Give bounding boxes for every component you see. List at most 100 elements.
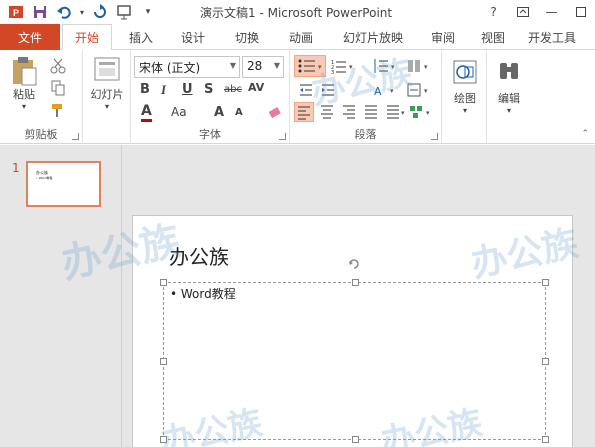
change-case-button[interactable]: Aa: [171, 105, 187, 119]
rotate-handle-icon[interactable]: [347, 257, 361, 271]
tab-slideshow[interactable]: 幻灯片放映: [332, 24, 414, 50]
minimize-button[interactable]: —: [537, 0, 566, 24]
paragraph-launcher-icon[interactable]: [431, 133, 438, 140]
underline-button[interactable]: U: [182, 82, 193, 97]
ribbon-display-options-icon[interactable]: [508, 0, 537, 24]
shadow-button[interactable]: S: [204, 82, 213, 97]
chevron-down-icon: ▼: [273, 61, 280, 70]
undo-icon[interactable]: [54, 2, 74, 22]
distributed-icon[interactable]: ▾: [385, 104, 407, 120]
font-name-value: 宋体 (正文): [139, 61, 201, 75]
redo-icon[interactable]: [90, 2, 110, 22]
collapse-ribbon-icon[interactable]: ⌃: [581, 129, 589, 139]
resize-handle[interactable]: [352, 279, 359, 286]
resize-handle[interactable]: [542, 436, 549, 443]
resize-handle[interactable]: [542, 358, 549, 365]
clipboard-group-label: 剪贴板: [24, 128, 58, 141]
justify-icon[interactable]: [363, 104, 379, 120]
bullets-icon: ▾: [298, 59, 322, 73]
copy-icon[interactable]: [50, 80, 66, 96]
bullets-button[interactable]: ▾: [294, 55, 326, 77]
tab-design[interactable]: 设计: [170, 24, 216, 50]
slide-thumbnail[interactable]: 办公族 • Word教程: [26, 161, 101, 207]
tab-home[interactable]: 开始: [62, 24, 112, 51]
align-right-icon[interactable]: [341, 104, 357, 120]
editing-button[interactable]: 编辑 ▾: [491, 58, 527, 115]
tab-file[interactable]: 文件: [0, 24, 60, 50]
drawing-label: 绘图: [454, 92, 476, 105]
resize-handle[interactable]: [352, 436, 359, 443]
tab-animations[interactable]: 动画: [278, 24, 324, 50]
start-slideshow-icon[interactable]: [114, 2, 134, 22]
slides-group: 幻灯片 ▾: [83, 50, 131, 144]
help-button[interactable]: ?: [479, 0, 508, 24]
columns-icon[interactable]: ▾: [406, 58, 432, 74]
font-group-label: 字体: [199, 128, 221, 141]
line-spacing-icon[interactable]: ▾: [372, 58, 398, 74]
resize-handle[interactable]: [160, 279, 167, 286]
italic-button[interactable]: I: [161, 82, 166, 98]
resize-handle[interactable]: [160, 358, 167, 365]
svg-text:▾: ▾: [390, 87, 394, 95]
tab-transitions[interactable]: 切换: [224, 24, 270, 50]
paste-dropdown-icon[interactable]: ▾: [22, 102, 26, 111]
convert-smartart-icon[interactable]: ▾: [408, 104, 434, 120]
format-painter-icon[interactable]: [50, 102, 66, 118]
shapes-icon: [453, 60, 477, 84]
paste-button[interactable]: 粘贴 ▾: [6, 56, 42, 111]
drawing-dropdown-icon[interactable]: ▾: [463, 106, 467, 115]
tab-review[interactable]: 审阅: [420, 24, 466, 50]
editing-dropdown-icon[interactable]: ▾: [507, 106, 511, 115]
cut-icon[interactable]: [50, 58, 66, 74]
slide-canvas[interactable]: 办公族 • Word教程: [132, 215, 573, 447]
text-direction-icon[interactable]: A ▾: [372, 82, 398, 98]
svg-text:▾: ▾: [426, 109, 430, 117]
drawing-group: 绘图 ▾: [442, 50, 487, 144]
new-slide-dropdown-icon[interactable]: ▾: [105, 102, 109, 111]
maximize-icon[interactable]: [566, 0, 595, 24]
powerpoint-logo-icon[interactable]: P: [6, 2, 26, 22]
slide-number: 1: [12, 161, 20, 175]
editing-group: 编辑 ▾: [487, 50, 532, 144]
bullet-item[interactable]: • Word教程: [170, 285, 236, 302]
binoculars-icon: [500, 63, 518, 79]
strikethrough-button[interactable]: abc: [224, 84, 242, 95]
align-center-icon[interactable]: [319, 104, 335, 120]
decrease-indent-icon[interactable]: [298, 82, 314, 98]
thumbnail-body: • Word教程: [36, 176, 53, 180]
resize-handle[interactable]: [160, 436, 167, 443]
font-group: 宋体 (正文) ▼ 28 ▼ B I U S abc AV A Aa A A 字…: [131, 50, 290, 144]
font-size-select[interactable]: 28 ▼: [242, 56, 284, 78]
tab-view[interactable]: 视图: [470, 24, 516, 50]
svg-text:▾: ▾: [424, 63, 428, 71]
window-controls: ? —: [479, 0, 595, 24]
title-bar: P ▾ ▾ 演示文稿1 - Microsoft PowerPoint ? —: [0, 0, 595, 24]
paragraph-group-label: 段落: [354, 128, 377, 141]
slide-title[interactable]: 办公族: [169, 241, 229, 270]
align-text-icon[interactable]: ▾: [406, 82, 432, 98]
resize-handle[interactable]: [542, 279, 549, 286]
clipboard-launcher-icon[interactable]: [72, 133, 79, 140]
clear-formatting-icon[interactable]: [267, 105, 283, 121]
grow-font-button[interactable]: A: [214, 105, 224, 120]
numbering-icon[interactable]: 1 2 3 ▾: [330, 58, 356, 76]
increase-indent-icon[interactable]: [320, 82, 336, 98]
undo-dropdown-icon[interactable]: ▾: [78, 2, 86, 22]
slide-thumbnail-pane: 1 办公族 • Word教程: [0, 145, 122, 447]
editing-label: 编辑: [498, 92, 520, 105]
tab-insert[interactable]: 插入: [118, 24, 164, 50]
save-icon[interactable]: [30, 2, 50, 22]
drawing-button[interactable]: 绘图 ▾: [447, 58, 483, 115]
bold-button[interactable]: B: [140, 82, 150, 97]
svg-text:P: P: [13, 8, 19, 18]
tab-developer[interactable]: 开发工具: [528, 24, 594, 50]
shrink-font-button[interactable]: A: [235, 107, 243, 118]
new-slide-button[interactable]: 幻灯片 ▾: [89, 56, 125, 111]
font-name-select[interactable]: 宋体 (正文) ▼: [134, 56, 240, 78]
font-launcher-icon[interactable]: [279, 133, 286, 140]
content-placeholder[interactable]: • Word教程: [160, 259, 549, 443]
character-spacing-button[interactable]: AV: [248, 81, 264, 94]
font-color-button[interactable]: A: [141, 104, 152, 122]
customize-qat-icon[interactable]: ▾: [138, 2, 158, 22]
align-left-icon[interactable]: [294, 102, 314, 122]
